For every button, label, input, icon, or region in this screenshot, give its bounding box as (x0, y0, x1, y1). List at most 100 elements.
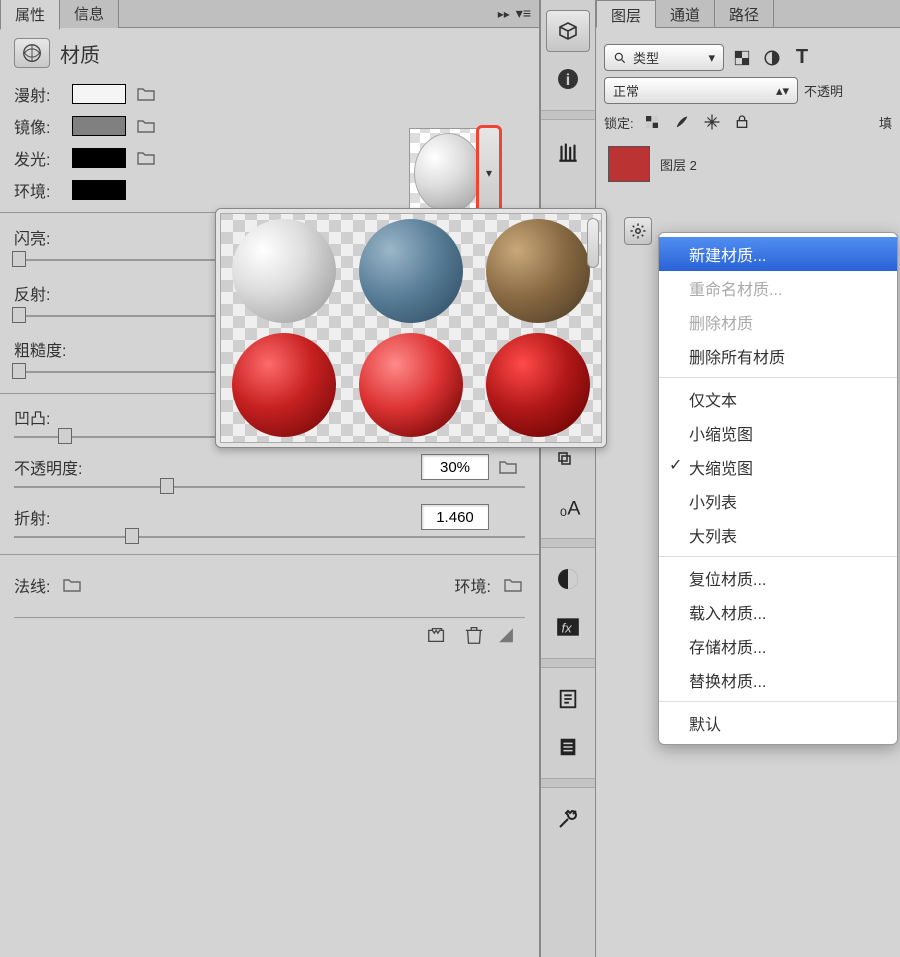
svg-text:i: i (566, 72, 570, 89)
tab-channels[interactable]: 通道 (656, 0, 715, 27)
material-picker-popover (215, 208, 607, 448)
fx-styles-icon[interactable]: fx (546, 606, 590, 648)
resize-grip-icon[interactable]: ◢ (499, 624, 513, 645)
document-icon[interactable] (546, 726, 590, 768)
preview-sphere (414, 133, 482, 213)
layer-thumbnail (608, 146, 650, 182)
menu-default[interactable]: 默认 (659, 706, 897, 740)
menu-delete-all[interactable]: 删除所有材质 (659, 339, 897, 373)
folder-icon[interactable] (134, 116, 158, 136)
preview-dropdown-toggle[interactable]: ▾ (476, 125, 502, 221)
chevron-updown-icon: ▴▾ (776, 83, 789, 99)
info-icon[interactable]: i (546, 58, 590, 100)
svg-text:fx: fx (562, 620, 573, 635)
menu-large-thumb[interactable]: 大缩览图 (659, 450, 897, 484)
layer-item[interactable]: 图层 2 (604, 140, 892, 188)
material-preset[interactable] (486, 219, 590, 323)
label-opacity: 不透明度: (14, 455, 411, 479)
swatch-ambient[interactable] (72, 180, 126, 200)
panel-menu-icon[interactable]: ▾≡ (516, 5, 531, 22)
label-diffuse: 漫射: (14, 82, 64, 106)
material-preset[interactable] (359, 219, 463, 323)
material-preset[interactable] (232, 219, 336, 323)
label-refract: 折射: (14, 505, 411, 529)
search-icon (613, 51, 627, 65)
menu-rename-material: 重命名材质... (659, 271, 897, 305)
menu-large-list[interactable]: 大列表 (659, 518, 897, 552)
tool-column: i ₀A fx (540, 0, 596, 957)
blend-mode-select[interactable]: 正常 ▴▾ (604, 77, 798, 104)
tab-layers[interactable]: 图层 (596, 0, 656, 28)
filter-kind-label: 类型 (633, 48, 659, 67)
trash-icon[interactable] (463, 624, 485, 646)
lock-pixels-icon[interactable] (640, 110, 664, 134)
material-context-menu: 新建材质... 重命名材质... 删除材质 删除所有材质 仅文本 小缩览图 大缩… (658, 232, 898, 745)
lock-paint-icon[interactable] (670, 110, 694, 134)
slider-thumb[interactable] (160, 478, 174, 494)
fill-label: 填 (879, 113, 892, 132)
menu-reset[interactable]: 复位材质... (659, 561, 897, 595)
input-opacity[interactable] (421, 454, 489, 480)
menu-save[interactable]: 存储材质... (659, 629, 897, 663)
bin-icon[interactable] (425, 624, 449, 646)
swatch-diffuse[interactable] (72, 84, 126, 104)
slider-thumb[interactable] (125, 528, 139, 544)
menu-small-list[interactable]: 小列表 (659, 484, 897, 518)
layer-name: 图层 2 (660, 155, 697, 174)
tab-paths[interactable]: 路径 (715, 0, 774, 27)
svg-text:₀A: ₀A (559, 498, 580, 520)
folder-icon[interactable] (134, 148, 158, 168)
filter-kind-select[interactable]: 类型 ▾ (604, 44, 724, 71)
section-title: 材质 (60, 39, 100, 68)
character-icon[interactable]: ₀A (546, 486, 590, 528)
material-preset[interactable] (359, 333, 463, 437)
menu-text-only[interactable]: 仅文本 (659, 382, 897, 416)
label-specular: 镜像: (14, 114, 64, 138)
properties-panel: 属性 信息 ▸▸ ▾≡ 材质 漫射: (0, 0, 540, 957)
adjustments-icon[interactable] (546, 558, 590, 600)
slider-thumb[interactable] (58, 428, 72, 444)
gear-icon[interactable] (624, 217, 652, 245)
lock-all-icon[interactable] (730, 110, 754, 134)
pixel-filter-icon[interactable] (730, 46, 754, 70)
folder-icon[interactable] (60, 575, 84, 595)
opacity-label: 不透明 (804, 81, 843, 100)
label-ambient: 环境: (14, 178, 64, 202)
folder-icon[interactable] (501, 575, 525, 595)
label-normal: 法线: (14, 573, 50, 597)
collapse-icon[interactable]: ▸▸ (498, 7, 510, 21)
swatch-emissive[interactable] (72, 148, 126, 168)
label-emissive: 发光: (14, 146, 64, 170)
menu-load[interactable]: 载入材质... (659, 595, 897, 629)
wrench-icon[interactable] (546, 798, 590, 840)
slider-thumb[interactable] (12, 251, 26, 267)
swatch-specular[interactable] (72, 116, 126, 136)
lock-position-icon[interactable] (700, 110, 724, 134)
scrollbar[interactable] (587, 218, 599, 268)
slider-refract[interactable] (14, 536, 525, 538)
slider-thumb[interactable] (12, 363, 26, 379)
slider-opacity[interactable] (14, 486, 525, 488)
chevron-down-icon: ▾ (486, 166, 492, 180)
material-preset[interactable] (232, 333, 336, 437)
material-icon[interactable] (14, 38, 50, 68)
folder-icon[interactable] (134, 84, 158, 104)
label-env: 环境: (455, 573, 491, 597)
blend-mode-label: 正常 (613, 81, 639, 100)
tab-info[interactable]: 信息 (60, 0, 119, 28)
notes-icon[interactable] (546, 678, 590, 720)
menu-replace[interactable]: 替换材质... (659, 663, 897, 697)
menu-small-thumb[interactable]: 小缩览图 (659, 416, 897, 450)
type-filter-icon[interactable]: T (790, 46, 814, 70)
material-preset[interactable] (486, 333, 590, 437)
material-preview: ▾ (409, 128, 499, 218)
cube-icon[interactable] (546, 10, 590, 52)
tab-properties[interactable]: 属性 (0, 0, 60, 30)
brushes-icon[interactable] (546, 130, 590, 172)
lock-label: 锁定: (604, 113, 634, 132)
adjust-filter-icon[interactable] (760, 46, 784, 70)
input-refract[interactable] (421, 504, 489, 530)
slider-thumb[interactable] (12, 307, 26, 323)
folder-icon[interactable] (499, 460, 525, 474)
menu-new-material[interactable]: 新建材质... (659, 237, 897, 271)
